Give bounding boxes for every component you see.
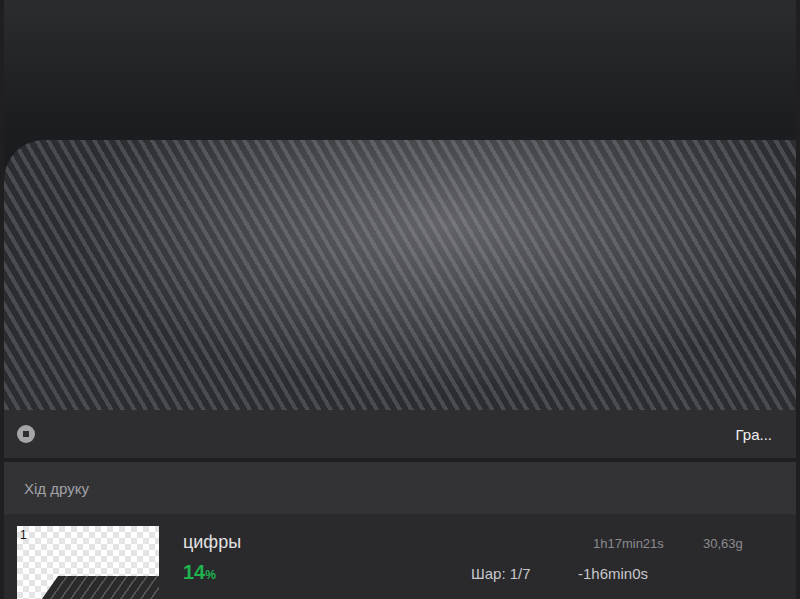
section-title: Хід друку [24, 480, 89, 497]
section-header: Хід друку [4, 462, 796, 514]
plate-thumbnail: 1 [17, 526, 159, 599]
camera-controls: Гра... [4, 410, 796, 458]
remaining-time: -1h6min0s [578, 565, 648, 582]
camera-menu-label[interactable]: Гра... [736, 426, 772, 443]
plate-number: 1 [20, 528, 27, 542]
plate-preview [17, 576, 159, 599]
task-name: цифры [183, 532, 593, 553]
device-page: Гра... Хід друку 1 цифры 1h17min21s 30,6… [0, 0, 800, 599]
print-task: 1 цифры 1h17min21s 30,63g 14% Шар: 1/7 -… [4, 514, 796, 599]
progress-percent: 14% [183, 561, 471, 584]
layer-count: Шар: 1/7 [471, 565, 578, 582]
task-info: цифры 1h17min21s 30,63g 14% Шар: 1/7 -1h… [183, 526, 783, 599]
stop-icon[interactable] [16, 424, 36, 444]
filament-weight: 30,63g [703, 536, 783, 551]
camera-frame [4, 140, 796, 410]
camera-view [4, 0, 796, 410]
total-time: 1h17min21s [593, 536, 703, 551]
